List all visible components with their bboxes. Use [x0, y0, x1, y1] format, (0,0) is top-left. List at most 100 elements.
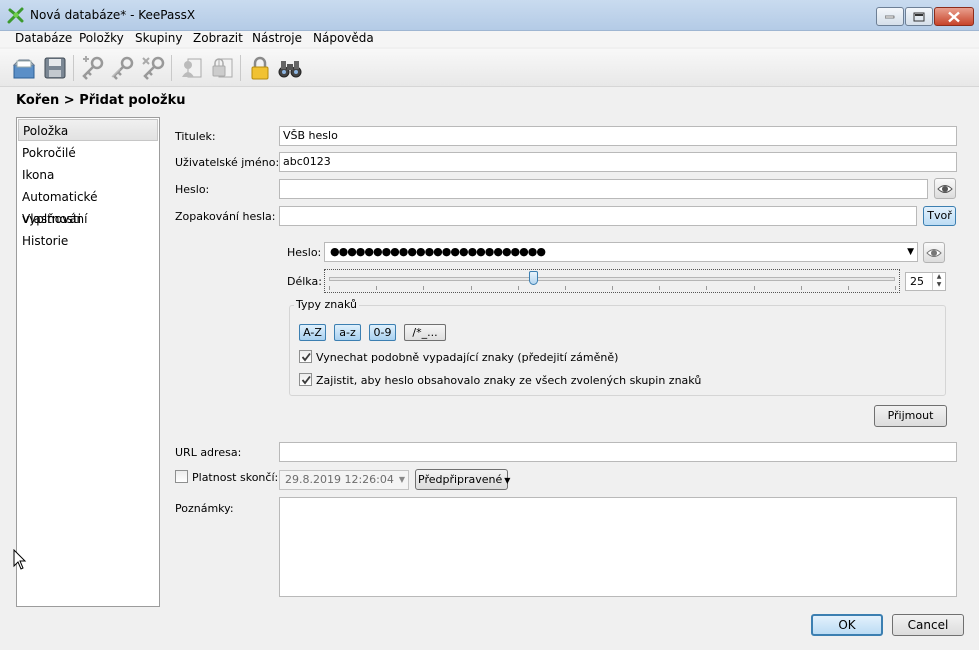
uppercase-toggle[interactable]: A-Z	[299, 324, 326, 341]
generate-password-button[interactable]: Tvoř	[923, 206, 956, 226]
username-label: Uživatelské jméno:	[175, 156, 280, 169]
slider-tick	[612, 286, 613, 290]
toolbar	[0, 49, 979, 87]
add-entry-icon[interactable]	[80, 55, 106, 81]
slider-track	[329, 277, 895, 281]
title-label: Titulek:	[175, 130, 216, 143]
toolbar-separator	[171, 55, 172, 81]
lowercase-toggle[interactable]: a-z	[334, 324, 361, 341]
menu-view[interactable]: Zobrazit	[193, 31, 243, 45]
slider-tick	[754, 286, 755, 290]
maximize-icon	[913, 12, 925, 21]
eye-icon	[926, 249, 942, 257]
checkmark-icon	[301, 352, 311, 362]
exclude-similar-checkbox[interactable]	[299, 350, 312, 363]
copy-password-icon[interactable]	[210, 55, 236, 81]
password-label: Heslo:	[175, 183, 210, 196]
slider-tick	[423, 286, 424, 290]
presets-label: Předpřipravené	[418, 473, 503, 486]
menu-tools[interactable]: Nástroje	[252, 31, 302, 45]
spin-arrows-icon[interactable]: ▲ ▼	[932, 273, 945, 290]
cancel-button[interactable]: Cancel	[892, 614, 964, 636]
char-types-title: Typy znaků	[294, 298, 359, 311]
accept-password-button[interactable]: Přijmout	[874, 405, 947, 427]
url-input[interactable]	[279, 442, 957, 462]
mouse-pointer-icon	[13, 549, 27, 570]
chevron-down-icon[interactable]: ▼	[907, 243, 914, 261]
edit-entry-icon[interactable]	[110, 55, 136, 81]
length-spinbox[interactable]: 25 ▲ ▼	[905, 272, 946, 291]
length-label: Délka:	[287, 275, 322, 288]
generator-password-label: Heslo:	[287, 246, 322, 259]
generated-password-value: ●●●●●●●●●●●●●●●●●●●●●●●●●	[330, 245, 546, 258]
expires-checkbox[interactable]	[175, 470, 188, 483]
slider-tick	[848, 286, 849, 290]
toolbar-separator	[240, 55, 241, 81]
generated-password-combo[interactable]: ●●●●●●●●●●●●●●●●●●●●●●●●● ▼	[324, 242, 918, 262]
presets-button[interactable]: Předpřipravené ▼	[415, 469, 511, 490]
special-chars-toggle[interactable]: /*_...	[404, 324, 446, 341]
expiry-datetime-value: 29.8.2019 12:26:04	[285, 473, 394, 486]
menu-bar: Databáze Položky Skupiny Zobrazit Nástro…	[0, 31, 979, 47]
section-item-history[interactable]: Historie	[18, 230, 158, 252]
section-item-properties[interactable]: Vlastnosti	[18, 208, 158, 230]
slider-tick	[376, 286, 377, 290]
menu-groups[interactable]: Skupiny	[135, 31, 182, 45]
expiry-datetime-input[interactable]: 29.8.2019 12:26:04 ▼	[279, 470, 409, 490]
ok-button[interactable]: OK	[811, 614, 883, 636]
title-input[interactable]: VŠB heslo	[279, 126, 957, 146]
checkmark-icon	[301, 375, 311, 385]
maximize-button[interactable]	[905, 7, 933, 26]
section-list: Položka Pokročilé Ikona Automatické vypl…	[16, 117, 160, 607]
digits-toggle[interactable]: 0-9	[369, 324, 396, 341]
section-item-autotype[interactable]: Automatické vyplňování	[18, 186, 158, 226]
close-icon	[948, 11, 960, 22]
breadcrumb: Kořen > Přidat položku	[16, 93, 186, 108]
every-group-checkbox[interactable]	[299, 373, 312, 386]
notes-textarea[interactable]	[279, 497, 957, 597]
slider-tick	[471, 286, 472, 290]
exclude-similar-label: Vynechat podobně vypadající znaky (přede…	[316, 351, 619, 364]
length-slider[interactable]	[324, 269, 900, 293]
section-item-icon[interactable]: Ikona	[18, 164, 158, 186]
section-item-entry[interactable]: Položka	[18, 119, 158, 141]
delete-entry-icon[interactable]	[141, 55, 167, 81]
password-input[interactable]	[279, 179, 928, 199]
length-value: 25	[910, 275, 924, 288]
username-input[interactable]: abc0123	[279, 152, 957, 172]
eye-icon	[937, 185, 953, 193]
slider-tick	[706, 286, 707, 290]
expires-label: Platnost skončí:	[192, 471, 279, 484]
menu-help[interactable]: Nápověda	[313, 31, 374, 45]
lock-icon[interactable]	[247, 55, 273, 81]
close-button[interactable]	[934, 7, 974, 26]
section-item-advanced[interactable]: Pokročilé	[18, 142, 158, 164]
slider-tick	[518, 286, 519, 290]
repeat-password-label: Zopakování hesla:	[175, 210, 276, 223]
slider-handle[interactable]	[529, 271, 538, 285]
dropdown-arrow-icon: ▼	[504, 476, 511, 485]
title-bar: Nová databáze* - KeePassX	[0, 0, 979, 31]
url-label: URL adresa:	[175, 446, 242, 459]
menu-entries[interactable]: Položky	[79, 31, 124, 45]
slider-tick	[329, 286, 330, 290]
toolbar-separator	[73, 55, 74, 81]
new-database-icon[interactable]	[11, 55, 37, 81]
search-icon[interactable]	[277, 55, 303, 81]
save-database-icon[interactable]	[42, 55, 68, 81]
menu-database[interactable]: Databáze	[15, 31, 72, 45]
minimize-button[interactable]	[876, 7, 904, 26]
slider-tick	[565, 286, 566, 290]
slider-tick	[659, 286, 660, 290]
every-group-label: Zajistit, aby heslo obsahovalo znaky ze …	[316, 374, 702, 387]
copy-username-icon[interactable]	[179, 55, 205, 81]
chevron-down-icon[interactable]: ▼	[399, 471, 405, 489]
minimize-icon	[885, 15, 895, 18]
repeat-password-input[interactable]	[279, 206, 917, 226]
slider-tick	[801, 286, 802, 290]
notes-label: Poznámky:	[175, 502, 234, 515]
keepassx-logo-icon	[7, 7, 25, 25]
toggle-generated-visibility-button[interactable]	[923, 242, 945, 263]
toggle-password-visibility-button[interactable]	[934, 178, 956, 199]
window-title: Nová databáze* - KeePassX	[30, 8, 196, 22]
